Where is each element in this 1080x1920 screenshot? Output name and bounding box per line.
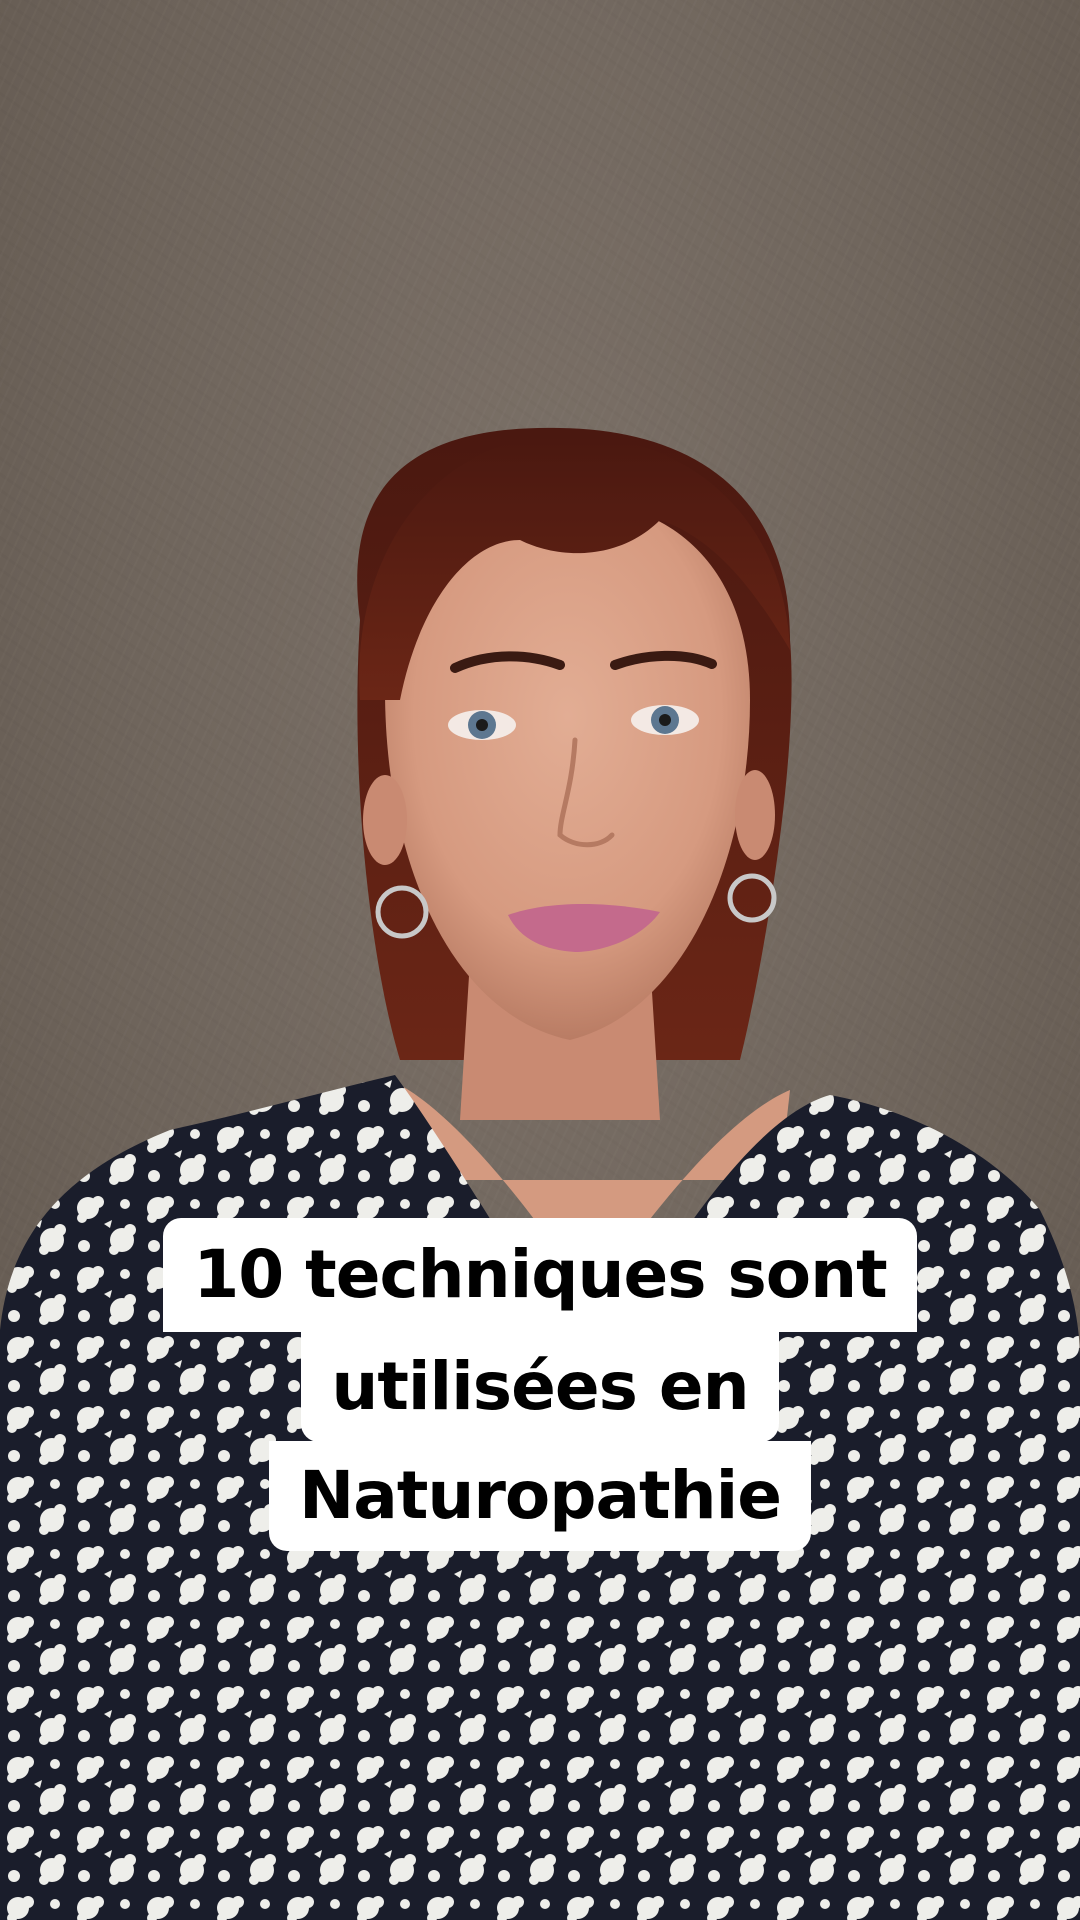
caption-overlay: 10 techniques sont utilisées en Naturopa… xyxy=(0,1218,1080,1551)
video-frame: 10 techniques sont utilisées en Naturopa… xyxy=(0,0,1080,1920)
woman-portrait xyxy=(0,427,1080,1920)
caption-line-2: utilisées en xyxy=(301,1332,779,1442)
caption-line-1: 10 techniques sont xyxy=(163,1218,917,1332)
caption-line-3: Naturopathie xyxy=(269,1441,811,1551)
